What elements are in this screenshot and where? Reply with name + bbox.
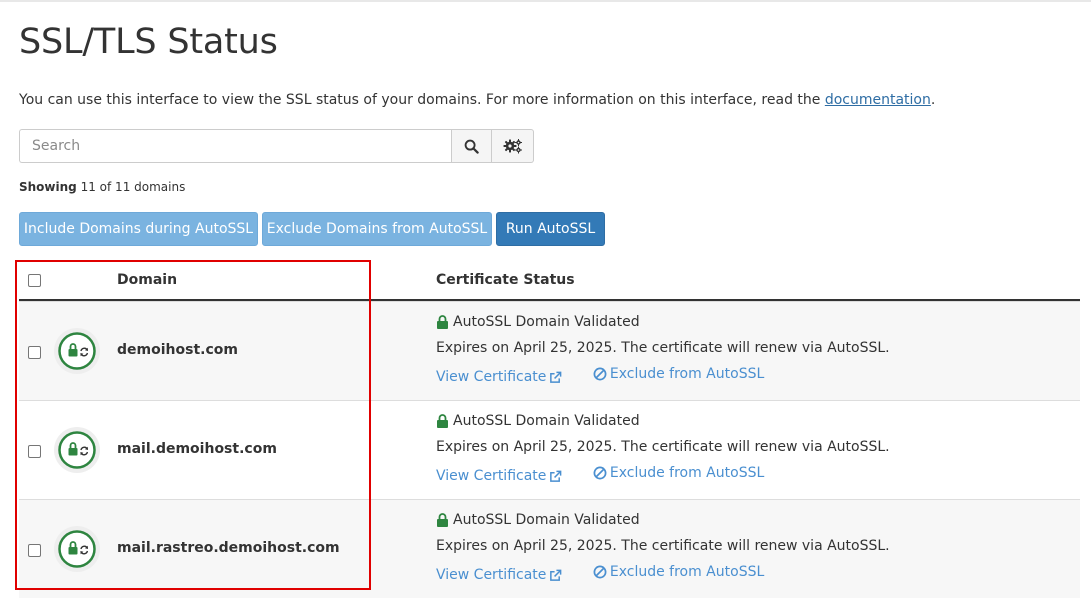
showing-count: Showing 11 of 11 domains [19,180,185,194]
exclude-from-autossl-link[interactable]: Exclude from AutoSSL [593,366,764,382]
view-certificate-link[interactable]: View Certificate [436,567,562,583]
showing-value: 11 of 11 domains [80,180,186,194]
view-certificate-label: View Certificate [436,468,547,484]
lock-icon [437,315,448,329]
search-button[interactable] [451,129,493,163]
external-link-icon [550,569,562,581]
lock-icon [437,414,448,428]
table-row: mail.rastreo.demoihost.com AutoSSL Domai… [19,499,1080,598]
domain-name: mail.rastreo.demoihost.com [117,540,340,556]
certificate-status-text: AutoSSL Domain Validated [453,314,640,330]
row-checkbox[interactable] [28,544,41,557]
exclude-domains-button[interactable]: Exclude Domains from AutoSSL [262,212,492,246]
intro-text: You can use this interface to view the S… [19,90,935,110]
certificate-status-text: AutoSSL Domain Validated [453,413,640,429]
view-certificate-label: View Certificate [436,567,547,583]
gears-icon [503,139,522,154]
ssl-status-badge [54,526,100,572]
certificate-actions: View Certificate Exclude from AutoSSL [436,564,764,583]
settings-button[interactable] [492,129,534,163]
table-header: Domain Certificate Status [19,261,1080,301]
run-autossl-button[interactable]: Run AutoSSL [496,212,605,246]
certificate-expiry: Expires on April 25, 2025. The certifica… [436,439,890,455]
ban-icon [593,367,607,381]
exclude-from-autossl-label: Exclude from AutoSSL [609,366,765,382]
documentation-link[interactable]: documentation [825,92,931,108]
certificate-expiry: Expires on April 25, 2025. The certifica… [436,538,890,554]
certificate-actions: View Certificate Exclude from AutoSSL [436,465,764,484]
search-icon [464,139,479,154]
external-link-icon [550,371,562,383]
certificate-expiry: Expires on April 25, 2025. The certifica… [436,340,890,356]
lock-icon [437,513,448,527]
domain-name: demoihost.com [117,342,238,358]
lock-sync-icon [58,530,96,568]
table-row: mail.demoihost.com AutoSSL Domain Valida… [19,400,1080,499]
intro-text-end: . [930,92,936,108]
exclude-from-autossl-link[interactable]: Exclude from AutoSSL [593,564,764,580]
search-input[interactable] [19,129,452,163]
view-certificate-link[interactable]: View Certificate [436,468,562,484]
external-link-icon [550,470,562,482]
exclude-from-autossl-label: Exclude from AutoSSL [609,564,765,580]
showing-label: Showing [19,180,77,194]
page-title: SSL/TLS Status [19,22,278,62]
certificate-status: AutoSSL Domain Validated [436,512,640,528]
table-row: demoihost.com AutoSSL Domain Validated E… [19,301,1080,400]
search-group [19,129,534,163]
lock-sync-icon [58,431,96,469]
exclude-from-autossl-link[interactable]: Exclude from AutoSSL [593,465,764,481]
certificate-status: AutoSSL Domain Validated [436,413,640,429]
view-certificate-label: View Certificate [436,369,547,385]
row-checkbox[interactable] [28,445,41,458]
ban-icon [593,466,607,480]
lock-sync-icon [58,332,96,370]
domain-name: mail.demoihost.com [117,441,277,457]
row-checkbox[interactable] [28,346,41,359]
top-shade [0,0,1091,2]
certificate-actions: View Certificate Exclude from AutoSSL [436,366,764,385]
select-all-checkbox[interactable] [28,274,41,287]
certificate-status: AutoSSL Domain Validated [436,314,640,330]
certificate-status-text: AutoSSL Domain Validated [453,512,640,528]
view-certificate-link[interactable]: View Certificate [436,369,562,385]
intro-text-body: You can use this interface to view the S… [19,92,825,108]
include-domains-button[interactable]: Include Domains during AutoSSL [19,212,258,246]
domain-column-header[interactable]: Domain [117,272,177,288]
certificate-status-column-header[interactable]: Certificate Status [436,272,575,288]
exclude-from-autossl-label: Exclude from AutoSSL [609,465,765,481]
ssl-status-badge [54,427,100,473]
ssl-status-badge [54,328,100,374]
